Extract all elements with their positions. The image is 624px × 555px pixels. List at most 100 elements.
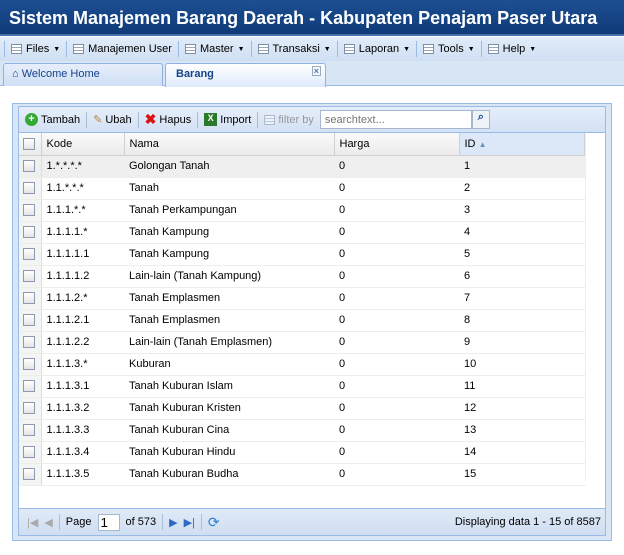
ubah-label: Ubah [105, 113, 132, 126]
cell-kode: 1.1.1.1.2 [41, 265, 124, 288]
row-checkbox[interactable] [19, 221, 42, 244]
cell-harga: 0 [334, 221, 459, 244]
hapus-button[interactable]: ✖ Hapus [145, 111, 192, 128]
menu-manajemen-user[interactable]: Manajemen User [66, 41, 178, 57]
table-row[interactable]: 1.1.1.2.* Tanah Emplasmen 0 7 [19, 287, 585, 310]
cell-nama: Tanah Emplasmen [124, 287, 334, 310]
cell-nama: Golongan Tanah [124, 155, 334, 178]
paging-toolbar: |◀ ◀ Page of 573 ▶ ▶| ⟳ Displaying data … [19, 508, 605, 535]
table-row[interactable]: 1.1.1.1.* Tanah Kampung 0 4 [19, 221, 585, 244]
chevron-down-icon: ▼ [323, 45, 331, 53]
table-row[interactable]: 1.1.1.1.2 Lain-lain (Tanah Kampung) 0 6 [19, 265, 585, 288]
menu-label: Help [502, 43, 526, 55]
menu-help[interactable]: Help ▼ [480, 41, 543, 57]
tab-label: Barang [176, 68, 214, 80]
chevron-down-icon: ▼ [467, 45, 475, 53]
edit-icon: ✎ [93, 114, 103, 126]
cell-kode: 1.1.*.*.* [41, 177, 124, 200]
cell-nama: Tanah Kuburan Budha [124, 463, 334, 486]
cell-id: 12 [459, 397, 585, 420]
last-page-icon[interactable]: ▶| [184, 516, 195, 529]
app-title: Sistem Manajemen Barang Daerah - Kabupat… [0, 0, 624, 36]
cell-kode: 1.1.1.1.1 [41, 243, 124, 266]
search-input[interactable] [319, 110, 472, 129]
import-button[interactable]: X Import [204, 113, 251, 126]
row-checkbox[interactable] [19, 375, 42, 398]
table-row[interactable]: 1.1.1.3.5 Tanah Kuburan Budha 0 15 [19, 463, 585, 486]
table-row[interactable]: 1.1.1.3.1 Tanah Kuburan Islam 0 11 [19, 375, 585, 398]
cell-id: 15 [459, 463, 585, 486]
cell-id: 2 [459, 177, 585, 200]
table-row[interactable]: 1.1.1.3.3 Tanah Kuburan Cina 0 13 [19, 419, 585, 442]
table-row[interactable]: 1.*.*.*.* Golongan Tanah 0 1 [19, 155, 585, 178]
cell-id: 1 [459, 155, 585, 178]
cell-harga: 0 [334, 463, 459, 486]
close-tab-icon[interactable]: × [311, 66, 321, 76]
menu-laporan[interactable]: Laporan ▼ [336, 41, 416, 57]
table-row[interactable]: 1.1.1.3.* Kuburan 0 10 [19, 353, 585, 376]
cell-harga: 0 [334, 287, 459, 310]
table-row[interactable]: 1.1.1.2.1 Tanah Emplasmen 0 8 [19, 309, 585, 332]
page-number-input[interactable] [97, 513, 120, 531]
column-header-id[interactable]: ID ▲ [459, 133, 585, 156]
select-all-checkbox[interactable] [19, 133, 42, 156]
tab-welcome-home[interactable]: ⌂ Welcome Home [3, 63, 163, 86]
cell-kode: 1.1.1.3.* [41, 353, 124, 376]
cell-harga: 0 [334, 199, 459, 222]
menu-transaksi[interactable]: Transaksi ▼ [250, 41, 337, 57]
row-checkbox[interactable] [19, 199, 42, 222]
cell-id: 14 [459, 441, 585, 464]
cell-harga: 0 [334, 353, 459, 376]
row-checkbox[interactable] [19, 331, 42, 354]
row-checkbox[interactable] [19, 441, 42, 464]
menu-master[interactable]: Master ▼ [177, 41, 251, 57]
cell-id: 13 [459, 419, 585, 442]
column-header-kode[interactable]: Kode [41, 133, 125, 156]
grid-icon [423, 44, 435, 54]
delete-icon: ✖ [144, 111, 157, 127]
tambah-button[interactable]: + Tambah [25, 113, 80, 126]
prev-page-icon[interactable]: ◀ [44, 516, 52, 529]
grid-icon [487, 44, 499, 54]
table-row[interactable]: 1.1.1.3.2 Tanah Kuburan Kristen 0 12 [19, 397, 585, 420]
cell-harga: 0 [334, 375, 459, 398]
cell-kode: 1.1.1.2.* [41, 287, 124, 310]
row-checkbox[interactable] [19, 265, 42, 288]
search-button[interactable]: ⌕ [471, 110, 490, 129]
column-header-nama[interactable]: Nama [124, 133, 335, 156]
page-label: Page [65, 516, 92, 528]
column-header-harga[interactable]: Harga [334, 133, 460, 156]
cell-harga: 0 [334, 441, 459, 464]
tab-barang[interactable]: Barang × [165, 63, 326, 87]
row-checkbox[interactable] [19, 309, 42, 332]
row-checkbox[interactable] [19, 287, 42, 310]
row-checkbox[interactable] [19, 177, 42, 200]
page-count: of 573 [125, 516, 157, 528]
table-row[interactable]: 1.1.1.2.2 Lain-lain (Tanah Emplasmen) 0 9 [19, 331, 585, 354]
filter-by-button[interactable]: filter by [264, 114, 314, 126]
row-checkbox[interactable] [19, 397, 42, 420]
tab-label: Welcome Home [21, 68, 100, 80]
chevron-down-icon: ▼ [53, 45, 61, 53]
row-checkbox[interactable] [19, 463, 42, 486]
menu-label: Manajemen User [88, 43, 172, 55]
menu-tools[interactable]: Tools ▼ [416, 41, 481, 57]
tab-bar: ⌂ Welcome Home Barang × [0, 61, 624, 87]
table-row[interactable]: 1.1.1.3.4 Tanah Kuburan Hindu 0 14 [19, 441, 585, 464]
next-page-icon[interactable]: ▶ [169, 516, 177, 529]
vertical-scrollbar[interactable] [585, 134, 605, 481]
row-checkbox[interactable] [19, 419, 42, 442]
table-row[interactable]: 1.1.*.*.* Tanah 0 2 [19, 177, 585, 200]
row-checkbox[interactable] [19, 353, 42, 376]
row-checkbox[interactable] [19, 155, 42, 178]
cell-kode: 1.1.1.3.5 [41, 463, 124, 486]
menu-files[interactable]: Files ▼ [4, 41, 66, 57]
table-row[interactable]: 1.1.1.*.* Tanah Perkampungan 0 3 [19, 199, 585, 222]
excel-icon: X [204, 113, 218, 126]
refresh-icon[interactable]: ⟳ [208, 514, 220, 531]
table-row[interactable]: 1.1.1.1.1 Tanah Kampung 0 5 [19, 243, 585, 266]
first-page-icon[interactable]: |◀ [27, 516, 38, 529]
ubah-button[interactable]: ✎ Ubah [93, 113, 132, 127]
cell-id: 8 [459, 309, 585, 332]
row-checkbox[interactable] [19, 243, 42, 266]
